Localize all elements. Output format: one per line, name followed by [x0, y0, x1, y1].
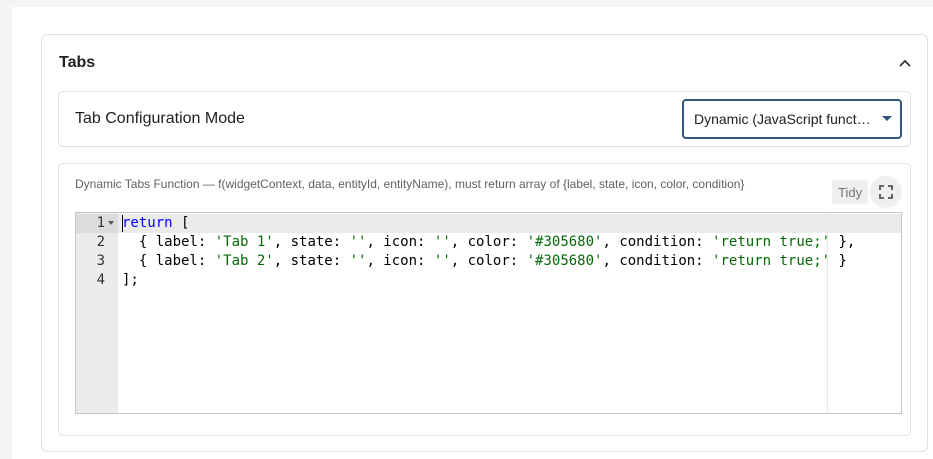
- code-text: { label:: [122, 253, 215, 269]
- line-number: 2: [96, 234, 105, 250]
- line-number: 4: [96, 272, 105, 288]
- code-editor[interactable]: 1 2 3 4 return [ { label: 'Tab 1', state…: [75, 212, 902, 414]
- code-string: 'return true;': [712, 234, 831, 250]
- code-string: 'return true;': [712, 253, 831, 269]
- active-line-highlight: [118, 214, 901, 233]
- fullscreen-button[interactable]: [870, 176, 902, 208]
- code-text: , state:: [273, 253, 350, 269]
- dropdown-arrow-icon: [882, 116, 892, 121]
- code-text: , icon:: [366, 253, 434, 269]
- dynamic-tabs-function-box: Dynamic Tabs Function — f(widgetContext,…: [58, 163, 911, 436]
- code-text: , icon:: [366, 234, 434, 250]
- line-number: 3: [96, 253, 105, 269]
- tab-configuration-mode-select[interactable]: Dynamic (JavaScript funct…: [682, 99, 902, 139]
- code-text: , color:: [450, 234, 527, 250]
- code-text: , condition:: [602, 253, 713, 269]
- mode-select-value: Dynamic (JavaScript funct…: [694, 111, 871, 127]
- collapse-button[interactable]: [897, 55, 913, 71]
- code-text: , state:: [273, 234, 350, 250]
- code-string: 'Tab 2': [214, 253, 274, 269]
- code-line[interactable]: ];: [122, 271, 139, 290]
- code-string: '#305680': [526, 234, 603, 250]
- dynamic-tabs-function-label: Dynamic Tabs Function — f(widgetContext,…: [75, 177, 745, 191]
- tab-configuration-mode-label: Tab Configuration Mode: [75, 110, 245, 127]
- code-text: }: [830, 253, 847, 269]
- text-cursor: [122, 215, 123, 232]
- tidy-button[interactable]: Tidy: [832, 180, 869, 204]
- code-string: '#305680': [526, 253, 603, 269]
- code-string: '': [433, 253, 451, 269]
- chevron-up-icon: [899, 59, 911, 67]
- code-line[interactable]: { label: 'Tab 1', state: '', icon: '', c…: [122, 233, 856, 252]
- code-text: },: [830, 234, 856, 250]
- panel-title: Tabs: [59, 54, 96, 71]
- code-text: [: [172, 215, 190, 231]
- code-line[interactable]: { label: 'Tab 2', state: '', icon: '', c…: [122, 252, 847, 271]
- code-keyword: return: [122, 215, 173, 231]
- line-number: 1: [96, 215, 105, 231]
- settings-container: Tabs Tab Configuration Mode Dynamic (Jav…: [12, 7, 933, 459]
- tabs-panel: Tabs Tab Configuration Mode Dynamic (Jav…: [41, 34, 928, 452]
- code-string: '': [433, 234, 451, 250]
- tab-configuration-mode-row: Tab Configuration Mode Dynamic (JavaScri…: [58, 91, 911, 147]
- code-string: '': [349, 253, 367, 269]
- code-line[interactable]: return [: [122, 214, 189, 233]
- code-text: , color:: [450, 253, 527, 269]
- code-string: 'Tab 1': [214, 234, 274, 250]
- code-text: { label:: [122, 234, 215, 250]
- code-text: , condition:: [602, 234, 713, 250]
- code-string: '': [349, 234, 367, 250]
- fold-arrow-icon[interactable]: [108, 221, 114, 225]
- fullscreen-icon: [879, 185, 893, 199]
